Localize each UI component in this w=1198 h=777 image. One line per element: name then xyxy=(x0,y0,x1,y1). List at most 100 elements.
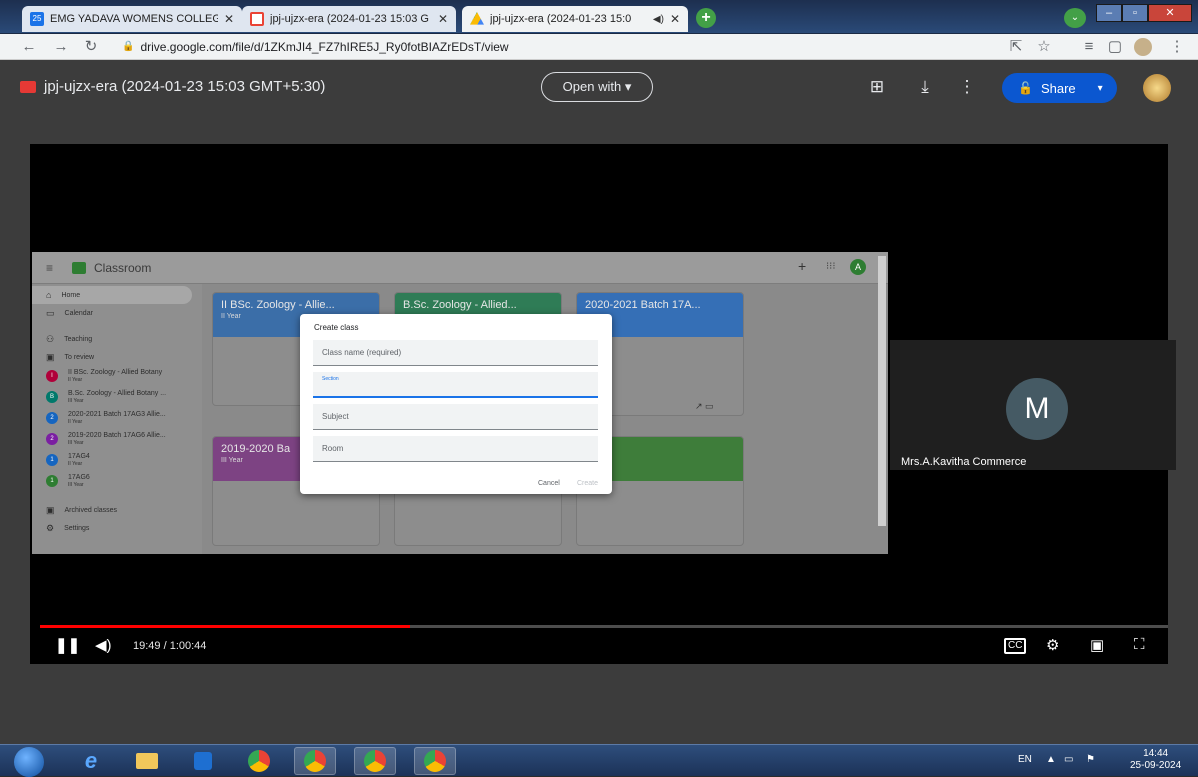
sidebar-class: 1 17AG6 III Year xyxy=(46,474,90,488)
reading-list-icon[interactable]: ≡ xyxy=(1080,38,1098,56)
drive-viewer: jpj-ujzx-era (2024-01-23 15:03 GMT+5:30)… xyxy=(0,60,1198,744)
add-to-drive-icon[interactable]: ⊞ xyxy=(866,76,888,98)
tab-close-icon[interactable]: ✕ xyxy=(670,12,680,26)
language-indicator[interactable]: EN xyxy=(1018,754,1032,765)
minimize-button[interactable]: – xyxy=(1096,4,1122,22)
classroom-avatar: A xyxy=(850,259,866,275)
calendar-icon: ▭ xyxy=(46,308,55,318)
lock-icon: 🔓 xyxy=(1018,81,1033,95)
clock-date: 25-09-2024 xyxy=(1130,760,1182,771)
open-with-button[interactable]: Open with ▾ xyxy=(541,72,653,102)
miniplayer-icon[interactable]: ▣ xyxy=(1090,636,1104,654)
audio-playing-icon[interactable]: ◀) xyxy=(653,14,664,25)
new-tab-button[interactable]: + xyxy=(696,8,716,28)
apps-grid-icon: ⁝⁝⁝ xyxy=(826,261,836,272)
archive-icon: ▣ xyxy=(46,505,55,515)
fullscreen-icon[interactable]: ⛶ xyxy=(1134,636,1145,653)
lock-icon: 🔒 xyxy=(122,41,135,52)
url-text: drive.google.com/file/d/1ZKmJI4_FZ7hIRE5… xyxy=(140,40,509,54)
bookmark-star-icon[interactable]: ☆ xyxy=(1035,38,1053,56)
sidebar-item-to-review: ▣ To review xyxy=(46,352,95,362)
more-options-icon[interactable]: ⋮ xyxy=(956,76,978,98)
home-icon: ⌂ xyxy=(46,290,52,300)
account-avatar[interactable] xyxy=(1143,74,1171,102)
download-icon[interactable]: ⤓ xyxy=(914,76,936,98)
create-button: Create xyxy=(577,480,599,487)
chevron-down-icon[interactable]: ▾ xyxy=(1098,83,1103,94)
review-icon: ▣ xyxy=(46,352,55,362)
chrome-icon[interactable] xyxy=(238,747,280,775)
sidebar-class: 2 2020-2021 Batch 17AG3 Allie... II Year xyxy=(46,411,166,425)
sidebar-class: B B.Sc. Zoology - Allied Botany ... III Ye… xyxy=(46,390,166,404)
start-button[interactable] xyxy=(14,747,44,777)
sidebar-item-calendar: ▭ Calendar xyxy=(46,308,93,318)
profile-avatar[interactable] xyxy=(1134,38,1152,56)
tab-emg-yadava[interactable]: 25 EMG YADAVA WOMENS COLLEG ✕ xyxy=(22,6,242,32)
share-button[interactable]: 🔓 Share ▾ xyxy=(1002,73,1117,103)
network-icon[interactable]: ▭ xyxy=(1064,754,1073,765)
trend-icon: ↗ ▭ xyxy=(695,401,714,411)
participant-name: Mrs.A.Kavitha Commerce xyxy=(901,456,1027,468)
forward-arrow-icon[interactable]: → xyxy=(52,38,70,56)
class-name-field: Class name (required) xyxy=(313,340,598,366)
dialog-title: Create class xyxy=(314,323,359,332)
share-page-icon[interactable]: ⇱ xyxy=(1007,38,1025,56)
shared-screen-scrollbar xyxy=(878,256,886,526)
show-hidden-icons-icon[interactable]: ▲ xyxy=(1046,754,1056,765)
pause-icon[interactable]: ❚❚ xyxy=(55,636,80,654)
classroom-title: Classroom xyxy=(94,261,152,275)
chrome-window-icon[interactable] xyxy=(294,747,336,775)
maximize-button[interactable]: ▫ xyxy=(1122,4,1148,22)
room-field: Room xyxy=(313,436,598,462)
tab-close-icon[interactable]: ✕ xyxy=(224,12,234,26)
drive-favicon-icon xyxy=(470,12,484,25)
create-class-dialog: Create class Class name (required) Secti… xyxy=(300,314,612,494)
reload-icon[interactable]: ↻ xyxy=(82,38,100,56)
side-panel-icon[interactable]: ▢ xyxy=(1106,38,1124,56)
subject-field: Subject xyxy=(313,404,598,430)
internet-explorer-icon[interactable]: e xyxy=(70,747,112,775)
system-clock[interactable]: 14:44 25-09-2024 xyxy=(1130,748,1181,772)
section-field: Section xyxy=(313,372,598,398)
participant-avatar: M xyxy=(1006,378,1068,440)
share-label: Share xyxy=(1040,80,1076,96)
volume-icon[interactable]: ◀) xyxy=(95,636,112,654)
cancel-button: Cancel xyxy=(538,480,560,487)
tab-close-icon[interactable]: ✕ xyxy=(438,12,448,26)
close-window-button[interactable]: ✕ xyxy=(1148,4,1192,22)
sidebar-class: 2 2019-2020 Batch 17AG6 Allie... III Year xyxy=(46,432,166,446)
tab-gmail-recording[interactable]: jpj-ujzx-era (2024-01-23 15:03 G ✕ xyxy=(242,6,456,32)
media-player-icon[interactable] xyxy=(182,747,224,775)
gmail-favicon-icon xyxy=(250,12,264,26)
sidebar-class: 1 17AG4 II Year xyxy=(46,453,90,467)
action-center-flag-icon[interactable]: ⚑ xyxy=(1086,754,1095,765)
classroom-logo-icon xyxy=(72,262,86,274)
windows-taskbar: e EN ▲ ▭ ⚑ 14:44 25-09-2024 xyxy=(0,744,1198,777)
chrome-window-icon[interactable] xyxy=(354,747,396,775)
settings-gear-icon[interactable]: ⚙ xyxy=(1046,636,1059,654)
captions-icon[interactable]: CC xyxy=(1004,638,1027,654)
people-icon: ⚇ xyxy=(46,334,55,344)
classroom-header: ≡ Classroom + ⁝⁝⁝ A xyxy=(32,252,888,284)
file-title: jpj-ujzx-era (2024-01-23 15:03 GMT+5:30) xyxy=(44,78,326,95)
progress-played[interactable] xyxy=(40,625,410,628)
browser-tab-strip: 25 EMG YADAVA WOMENS COLLEG ✕ jpj-ujzx-e… xyxy=(0,0,1198,34)
back-arrow-icon[interactable]: ← xyxy=(20,38,38,56)
sidebar-class: I II BSc. Zoology - Allied Botany II Year xyxy=(46,369,162,383)
sidebar-item-teaching: ⚇ Teaching xyxy=(46,334,93,344)
viewer-header: jpj-ujzx-era (2024-01-23 15:03 GMT+5:30)… xyxy=(0,60,1198,116)
browser-toolbar: ← → ↻ 🔒 drive.google.com/file/d/1ZKmJI4_… xyxy=(0,34,1198,60)
tab-title: jpj-ujzx-era (2024-01-23 15:0 xyxy=(490,13,632,25)
file-explorer-icon[interactable] xyxy=(126,747,168,775)
tab-title: EMG YADAVA WOMENS COLLEG xyxy=(50,13,218,25)
chrome-window-icon[interactable] xyxy=(414,747,456,775)
address-bar[interactable]: 🔒 drive.google.com/file/d/1ZKmJI4_FZ7hIR… xyxy=(112,37,992,57)
hamburger-menu-icon: ≡ xyxy=(46,261,54,275)
tab-search-button[interactable]: ⌄ xyxy=(1064,8,1086,28)
tab-drive-recording[interactable]: jpj-ujzx-era (2024-01-23 15:0 ◀) ✕ xyxy=(462,6,688,32)
clock-time: 14:44 xyxy=(1143,748,1169,759)
chrome-menu-icon[interactable]: ⋮ xyxy=(1168,38,1186,56)
gear-icon: ⚙ xyxy=(46,523,55,533)
classroom-sidebar: ⌂ Home ▭ Calendar ⚇ Teaching ▣ To review I II… xyxy=(32,284,202,554)
sidebar-item-archived: ▣ Archived classes xyxy=(46,505,118,515)
